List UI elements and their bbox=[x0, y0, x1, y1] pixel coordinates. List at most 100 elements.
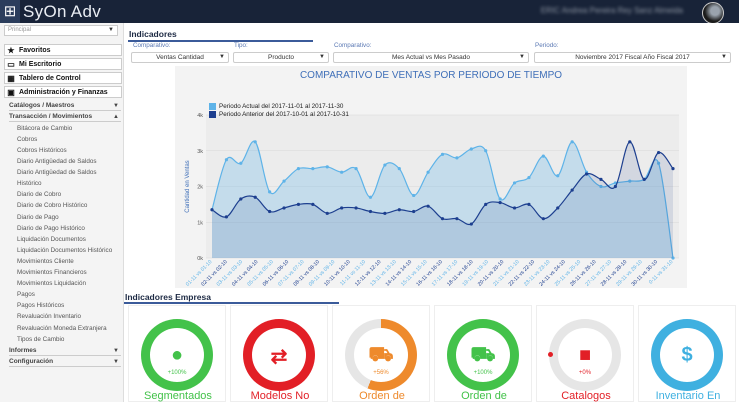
chevron-down-icon: ▼ bbox=[319, 54, 325, 60]
nav-link[interactable]: Diario de Cobro bbox=[17, 189, 122, 200]
app-logo[interactable]: SyOn Adv bbox=[0, 0, 101, 23]
nav-link[interactable]: Pagos bbox=[17, 289, 122, 300]
nav-administracion-finanzas[interactable]: ▣ Administración y Finanzas bbox=[4, 86, 122, 98]
section-catalogos[interactable]: Catálogos / Maestros ▼ bbox=[9, 101, 121, 111]
filter-comparativo-select[interactable]: Ventas Cantidad ▼ bbox=[131, 52, 229, 63]
series-point-0 bbox=[340, 170, 344, 174]
series-point-1 bbox=[383, 211, 387, 215]
transfer-icon: ⇄ bbox=[270, 346, 288, 368]
series-point-0 bbox=[282, 179, 286, 183]
nav-link[interactable]: Liquidación Documentos Histórico bbox=[17, 245, 122, 256]
filter-comparativo-label: Comparativo: bbox=[133, 42, 171, 49]
section-configuracion[interactable]: Configuración ▼ bbox=[9, 357, 121, 367]
series-point-0 bbox=[311, 167, 315, 171]
empresa-underline bbox=[124, 302, 339, 304]
series-point-1 bbox=[613, 184, 617, 189]
nav-link[interactable]: Revaluación Moneda Extranjera bbox=[17, 323, 122, 334]
nav-tablero-control-label: Tablero de Control bbox=[19, 74, 81, 82]
nav-tablero-control[interactable]: ▦ Tablero de Control bbox=[4, 72, 122, 84]
filter-comparativo-value: Ventas Cantidad bbox=[156, 54, 204, 61]
series-point-0 bbox=[527, 175, 531, 180]
series-point-1 bbox=[527, 202, 531, 206]
top-bar: SyOn Adv ERIC Andrea Pereira Rey Sanz Al… bbox=[0, 0, 739, 24]
series-point-1 bbox=[325, 211, 329, 215]
series-point-0 bbox=[224, 158, 229, 162]
series-point-0 bbox=[354, 167, 358, 171]
series-point-0 bbox=[541, 154, 545, 158]
kpi-card-orden-2[interactable]: ⛟ +100% Orden de bbox=[434, 305, 532, 402]
legend-item[interactable]: Periodo Anterior del 2017-10-01 al 2017-… bbox=[209, 110, 349, 118]
nav-link[interactable]: Diario de Pago Histórico bbox=[17, 223, 122, 234]
nav-link[interactable]: Diario de Pago bbox=[17, 212, 122, 223]
sales-chart: 0k 1k 2k 3k 4k Cantidad en Ventas 01-11 vs 01-… bbox=[175, 66, 687, 288]
sidebar: Principal ▼ ★ Favoritos ▭ Mi Escritorio … bbox=[0, 23, 124, 402]
series-point-1 bbox=[599, 177, 603, 181]
chevron-down-icon: ▼ bbox=[113, 348, 119, 354]
filter-tipo-value: Producto bbox=[267, 54, 295, 61]
kpi-label: Orden de bbox=[461, 390, 507, 402]
section-catalogos-label: Catálogos / Maestros bbox=[9, 102, 75, 109]
nav-link[interactable]: Tipos de Cambio bbox=[17, 334, 122, 345]
y-tick-label: 0k bbox=[197, 256, 203, 262]
kpi-ring-inner: ● +100% bbox=[150, 328, 204, 382]
kpi-label: Inventario En bbox=[655, 390, 721, 402]
kpi-card-catalogos[interactable]: ■ +0% Catalogos bbox=[536, 305, 634, 402]
nav-link[interactable]: Revaluación Inventario bbox=[17, 311, 122, 322]
avatar[interactable] bbox=[702, 2, 724, 24]
series-point-1 bbox=[282, 206, 286, 210]
wallet-icon: ▣ bbox=[7, 87, 15, 97]
nav-favoritos[interactable]: ★ Favoritos bbox=[4, 44, 122, 56]
nav-mi-escritorio-label: Mi Escritorio bbox=[19, 60, 62, 68]
filter-comparativo2-select[interactable]: Mes Actual vs Mes Pasado ▼ bbox=[333, 52, 529, 63]
nav-link[interactable]: Bitácora de Cambio bbox=[17, 123, 122, 134]
nav-links: Bitácora de Cambio Cobros Cobros Históri… bbox=[17, 123, 122, 345]
nav-link[interactable]: Movimientos Cliente bbox=[17, 256, 122, 267]
nav-link[interactable]: Cobros Históricos bbox=[17, 145, 122, 156]
nav-link[interactable]: Pagos Históricos bbox=[17, 300, 122, 311]
kpi-percent: +100% bbox=[167, 370, 187, 376]
legend-item[interactable]: Periodo Actual del 2017-11-01 al 2017-11… bbox=[209, 102, 349, 110]
nav-mi-escritorio[interactable]: ▭ Mi Escritorio bbox=[4, 58, 122, 70]
series-point-0 bbox=[455, 156, 459, 160]
section-transaccion[interactable]: Transacción / Movimientos ▲ bbox=[9, 112, 121, 122]
chart-svg: 0k1k2k3k4kCantidad en Ventas01-11 vs 01-… bbox=[185, 113, 679, 288]
section-informes[interactable]: Informes ▼ bbox=[9, 346, 121, 356]
filter-periodo-select[interactable]: Noviembre 2017 Fiscal Año Fiscal 2017 ▼ bbox=[534, 52, 731, 63]
series-point-1 bbox=[311, 202, 315, 206]
y-tick-label: 3k bbox=[197, 149, 203, 155]
series-point-0 bbox=[498, 197, 502, 201]
series-point-1 bbox=[570, 188, 574, 192]
nav-link[interactable]: Liquidación Documentos bbox=[17, 234, 122, 245]
series-point-1 bbox=[541, 217, 545, 221]
branch-select[interactable]: Principal ▼ bbox=[4, 25, 118, 36]
series-point-1 bbox=[296, 202, 301, 206]
series-point-0 bbox=[268, 190, 272, 194]
filter-tipo-select[interactable]: Producto ▼ bbox=[233, 52, 329, 63]
kpi-percent: +100% bbox=[473, 370, 493, 376]
legend-label: Periodo Anterior del 2017-10-01 al 2017-… bbox=[219, 110, 349, 118]
y-axis-label: Cantidad en Ventas bbox=[185, 160, 191, 212]
kpi-card-modelos[interactable]: ⇄ Modelos No bbox=[230, 305, 328, 402]
series-point-0 bbox=[556, 174, 560, 178]
kpi-ring-inner: $ bbox=[660, 328, 714, 382]
user-name[interactable]: ERIC Andrea Pereira Rey Sanz Almeida bbox=[523, 6, 683, 16]
kpi-label: Segmentados bbox=[144, 390, 212, 402]
nav-link[interactable]: Diario de Cobro Histórico bbox=[17, 200, 122, 211]
kpi-card-inventario[interactable]: $ Inventario En bbox=[638, 305, 736, 402]
nav-link[interactable]: Diario Antigüedad de Saldos Histórico bbox=[17, 167, 122, 189]
kpi-card-orden-1[interactable]: ⛟ +56% Orden de bbox=[332, 305, 430, 402]
nav-link[interactable]: Movimientos Financieros bbox=[17, 267, 122, 278]
series-point-0 bbox=[368, 195, 373, 199]
legend-swatch bbox=[209, 110, 216, 118]
series-point-0 bbox=[512, 181, 517, 185]
kpi-card-segmentados[interactable]: ● +100% Segmentados bbox=[128, 305, 226, 402]
series-point-0 bbox=[484, 149, 488, 153]
nav-administracion-finanzas-label: Administración y Finanzas bbox=[19, 88, 108, 96]
series-point-1 bbox=[455, 217, 459, 221]
chevron-down-icon: ▼ bbox=[721, 54, 727, 60]
nav-link[interactable]: Diario Antigüedad de Saldos bbox=[17, 156, 122, 167]
nav-link[interactable]: Movimientos Liquidación bbox=[17, 278, 122, 289]
filter-periodo-label: Periodo: bbox=[535, 42, 559, 49]
nav-link[interactable]: Cobros bbox=[17, 134, 122, 145]
branch-select-value: Principal bbox=[8, 27, 32, 33]
